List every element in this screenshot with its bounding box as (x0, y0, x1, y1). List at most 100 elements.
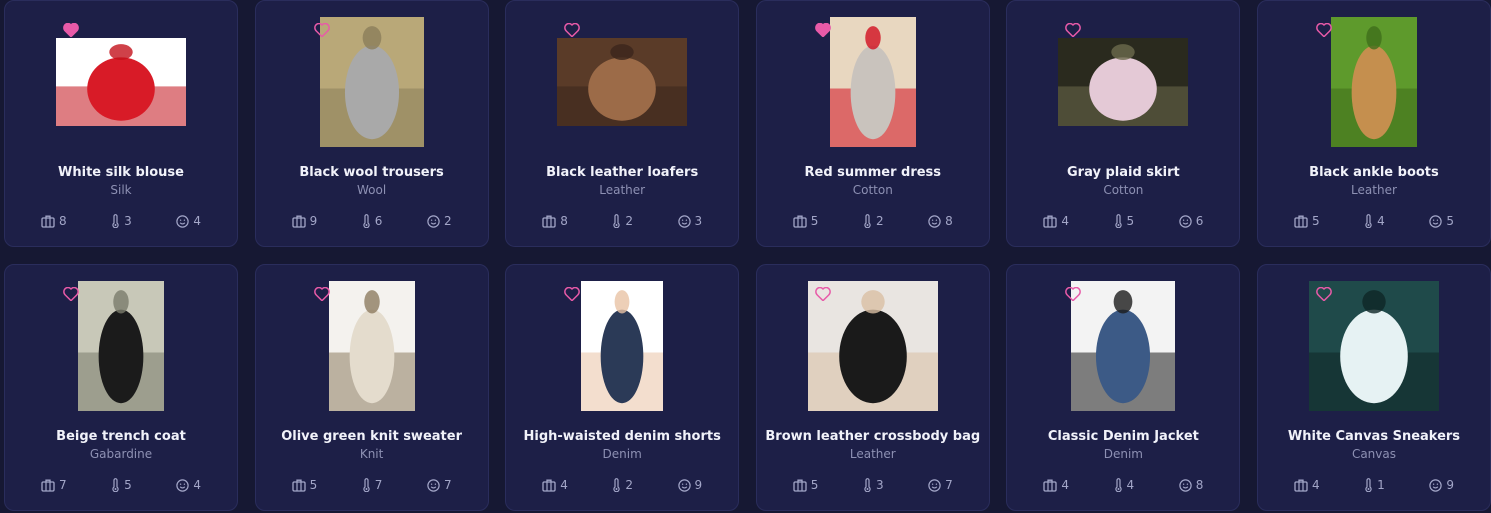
product-card[interactable]: Black leather loafers Leather 8 2 3 (505, 0, 740, 247)
favorite-heart-icon[interactable] (313, 287, 330, 303)
product-photo (1330, 17, 1417, 147)
product-name: White silk blouse (58, 165, 184, 180)
product-photo (78, 281, 164, 411)
product-stats: 4 1 9 (1294, 478, 1454, 492)
temperature-stat: 3 (111, 214, 132, 228)
item-grid: White silk blouse Silk 8 3 4 Black wool … (0, 0, 1491, 511)
temperature-stat: 5 (111, 478, 132, 492)
favorite-heart-icon[interactable] (313, 23, 330, 39)
product-name: Black ankle boots (1309, 165, 1439, 180)
favorite-heart-icon[interactable] (564, 23, 581, 39)
product-stats: 7 5 4 (41, 478, 201, 492)
wardrobe-count: 5 (1311, 214, 1320, 228)
wardrobe-count: 5 (810, 478, 819, 492)
wardrobe-icon (1294, 479, 1308, 492)
thermometer-icon (1364, 478, 1373, 492)
wardrobe-count: 4 (1311, 478, 1320, 492)
temperature-value: 3 (875, 478, 884, 492)
mood-stat: 3 (677, 214, 703, 228)
product-material: Cotton (1103, 183, 1144, 197)
wardrobe-stat: 5 (793, 478, 819, 492)
mood-stat: 5 (1429, 214, 1454, 228)
mood-stat: 8 (928, 214, 953, 228)
product-card[interactable]: Red summer dress Cotton 5 2 8 (755, 0, 990, 247)
mood-stat: 4 (176, 214, 201, 228)
product-material: Denim (602, 447, 642, 461)
wardrobe-count: 9 (309, 214, 318, 228)
product-card[interactable]: Classic Denim Jacket Denim 4 4 8 (1006, 264, 1241, 511)
product-name: Classic Denim Jacket (1047, 429, 1199, 444)
favorite-heart-icon[interactable] (63, 287, 79, 303)
product-material: Gabardine (89, 447, 153, 461)
mood-value: 7 (443, 478, 452, 492)
thermometer-icon (612, 478, 621, 492)
mood-stat: 7 (427, 478, 452, 492)
temperature-value: 1 (1377, 478, 1385, 492)
product-name: Red summer dress (804, 165, 942, 180)
favorite-heart-icon[interactable] (1065, 287, 1082, 303)
favorite-heart-icon[interactable] (814, 287, 831, 303)
product-stats: 4 2 9 (542, 478, 702, 492)
product-card[interactable]: Olive green knit sweater Knit 5 7 7 (254, 264, 489, 511)
product-card[interactable]: Black ankle boots Leather 5 4 5 (1256, 0, 1491, 247)
product-material: Wool (357, 183, 387, 197)
favorite-heart-icon[interactable] (1065, 23, 1082, 39)
product-stats: 4 5 6 (1043, 214, 1203, 228)
temperature-value: 3 (124, 214, 132, 228)
product-stats: 5 3 7 (793, 478, 953, 492)
smiley-icon (928, 214, 941, 228)
smiley-icon (1429, 214, 1443, 228)
mood-value: 3 (694, 214, 703, 228)
wardrobe-stat: 7 (41, 478, 67, 492)
temperature-value: 7 (374, 478, 383, 492)
mood-value: 4 (193, 478, 201, 492)
smiley-icon (427, 478, 440, 492)
product-card[interactable]: White Canvas Sneakers Canvas 4 1 9 (1256, 264, 1491, 511)
thermometer-icon (863, 214, 872, 228)
thermometer-icon (111, 478, 120, 492)
temperature-stat: 6 (362, 214, 382, 228)
wardrobe-count: 4 (1061, 478, 1070, 492)
temperature-stat: 4 (1364, 214, 1385, 228)
mood-stat: 8 (1179, 478, 1204, 492)
wardrobe-count: 5 (309, 478, 318, 492)
smiley-icon (176, 214, 190, 228)
temperature-stat: 1 (1364, 478, 1385, 492)
product-stats: 8 2 3 (542, 214, 702, 228)
product-stats: 5 7 7 (291, 478, 452, 492)
wardrobe-icon (1043, 479, 1058, 492)
wardrobe-count: 8 (59, 214, 67, 228)
product-photo (328, 281, 415, 411)
wardrobe-icon (41, 215, 55, 228)
product-photo (829, 17, 916, 147)
product-card[interactable]: High-waisted denim shorts Denim 4 2 9 (505, 264, 740, 511)
thermometer-icon (1364, 214, 1373, 228)
temperature-stat: 2 (612, 478, 633, 492)
mood-stat: 9 (677, 478, 702, 492)
favorite-heart-icon[interactable] (1316, 287, 1332, 303)
thermometer-icon (612, 214, 621, 228)
temperature-stat: 4 (1114, 478, 1134, 492)
mood-stat: 9 (1429, 478, 1454, 492)
favorite-heart-icon[interactable] (564, 287, 581, 303)
product-photo (581, 281, 664, 411)
product-card[interactable]: Gray plaid skirt Cotton 4 5 6 (1006, 0, 1241, 247)
wardrobe-stat: 4 (1294, 478, 1320, 492)
mood-value: 8 (1195, 478, 1204, 492)
product-card[interactable]: Brown leather crossbody bag Leather 5 3 … (755, 264, 990, 511)
wardrobe-count: 5 (810, 214, 819, 228)
product-card[interactable]: Black wool trousers Wool 9 6 2 (254, 0, 489, 247)
temperature-stat: 2 (612, 214, 633, 228)
product-name: Black leather loafers (546, 165, 699, 180)
product-card[interactable]: Beige trench coat Gabardine 7 5 4 (4, 264, 238, 511)
product-material: Canvas (1351, 447, 1396, 461)
mood-value: 8 (945, 214, 953, 228)
favorite-heart-icon[interactable] (1316, 23, 1332, 39)
thermometer-icon (362, 214, 371, 228)
product-stats: 4 4 8 (1043, 478, 1203, 492)
product-card[interactable]: White silk blouse Silk 8 3 4 (4, 0, 238, 247)
mood-value: 5 (1446, 214, 1454, 228)
thermometer-icon (863, 478, 872, 492)
favorite-heart-icon[interactable] (63, 23, 79, 39)
favorite-heart-icon[interactable] (814, 23, 831, 39)
